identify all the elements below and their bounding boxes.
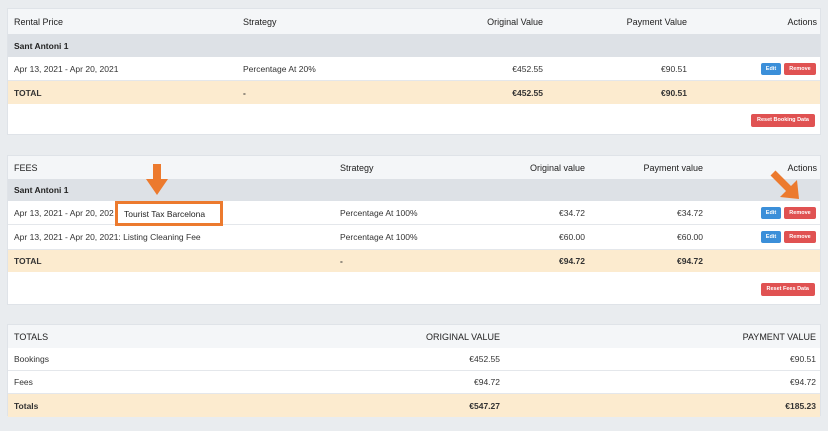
table-row: Apr 13, 2021 - Apr 20, 2021 Percentage A… [8,57,820,81]
edit-button[interactable]: Edit [761,231,781,243]
row-payment-value: €90.51 [661,63,687,74]
rental-col-actions: Actions [787,16,817,27]
row-original-value: €94.72 [474,377,500,387]
row-strategy: Percentage At 100% [340,207,418,218]
total-original-value: €452.55 [512,87,543,98]
row-dates: Apr 13, 2021 - Apr 20, 2021 [14,63,119,74]
row-dates: Apr 13, 2021 - Apr 20, 202 [14,207,114,218]
group-label: Sant Antoni 1 [14,185,69,195]
fees-total-row: TOTAL - €94.72 €94.72 [8,250,820,272]
total-label: TOTAL [14,87,42,98]
tourist-tax-label: Tourist Tax Barcelona [124,208,206,219]
totals-table-header: TOTALS ORIGINAL VALUE PAYMENT VALUE [8,325,820,348]
row-original-value: €34.72 [559,207,585,218]
totals-col-label: TOTALS [14,331,49,342]
arrow-down-icon [146,164,168,195]
edit-button[interactable]: Edit [761,62,781,75]
total-payment-value: €90.51 [661,87,687,98]
row-payment-value: €90.51 [790,354,816,364]
remove-button[interactable]: Remove [784,62,816,75]
edit-button[interactable]: Edit [761,206,781,219]
row-payment-value: €34.72 [677,207,703,218]
table-row: Fees €94.72 €94.72 [8,371,820,394]
totals-col-original-value: ORIGINAL VALUE [425,331,500,342]
row-strategy: Percentage At 100% [340,232,418,242]
rental-group-row: Sant Antoni 1 [8,34,820,57]
total-original-value: €94.72 [559,256,585,266]
tourist-tax-highlight-box: Tourist Tax Barcelona [115,201,223,226]
row-original-value: €452.55 [469,354,500,364]
fees-col-original-value: Original value [529,162,585,173]
fees-col-strategy: Strategy [340,162,374,173]
totals-panel: TOTALS ORIGINAL VALUE PAYMENT VALUE Book… [7,324,821,417]
row-actions: Edit Remove [708,57,816,80]
rental-table-header: Rental Price Strategy Original Value Pay… [8,9,820,34]
row-strategy: Percentage At 20% [243,63,316,74]
fees-table-header: FEES Strategy Original value Payment val… [8,156,820,179]
rental-total-row: TOTAL - €452.55 €90.51 [8,81,820,104]
fees-footer: Reset Fees Data [8,272,820,306]
fees-footer-actions: Reset Fees Data [608,272,815,306]
total-label: Totals [14,400,39,411]
remove-button[interactable]: Remove [784,231,816,243]
total-strategy: - [243,87,246,98]
table-row: Apr 13, 2021 - Apr 20, 2021: Listing Cle… [8,225,820,250]
rental-col-rental-price: Rental Price [14,16,64,27]
rental-col-strategy: Strategy [243,16,277,27]
row-actions: Edit Remove [708,225,816,249]
rental-footer: Reset Booking Data [8,104,820,136]
remove-button[interactable]: Remove [784,206,816,219]
totals-total-row: Totals €547.27 €185.23 [8,394,820,417]
total-original-value: €547.27 [469,400,500,411]
fees-col-fees: FEES [14,162,38,173]
total-payment-value: €185.23 [785,400,816,411]
total-strategy: - [340,256,343,266]
row-original-value: €452.55 [512,63,543,74]
reset-booking-data-button[interactable]: Reset Booking Data [751,113,815,127]
total-label: TOTAL [14,256,42,266]
fees-col-payment-value: Payment value [643,162,703,173]
fees-group-row: Sant Antoni 1 [8,179,820,201]
rental-footer-actions: Reset Booking Data [608,104,815,136]
arrow-diagonal-icon [770,170,799,199]
total-payment-value: €94.72 [677,256,703,266]
row-label: Bookings [14,354,49,364]
totals-col-payment-value: PAYMENT VALUE [742,331,816,342]
rental-price-panel: Rental Price Strategy Original Value Pay… [7,8,821,135]
row-dates: Apr 13, 2021 - Apr 20, 2021: Listing Cle… [14,232,201,242]
fees-panel: FEES Strategy Original value Payment val… [7,155,821,305]
row-payment-value: €60.00 [677,232,703,242]
row-actions: Edit Remove [708,201,816,224]
table-row: Bookings €452.55 €90.51 [8,348,820,371]
row-original-value: €60.00 [559,232,585,242]
reset-fees-data-button[interactable]: Reset Fees Data [760,282,815,296]
group-label: Sant Antoni 1 [14,40,69,51]
row-label: Fees [14,377,33,387]
rental-col-original-value: Original Value [487,16,543,27]
row-payment-value: €94.72 [790,377,816,387]
rental-col-payment-value: Payment Value [626,16,687,27]
